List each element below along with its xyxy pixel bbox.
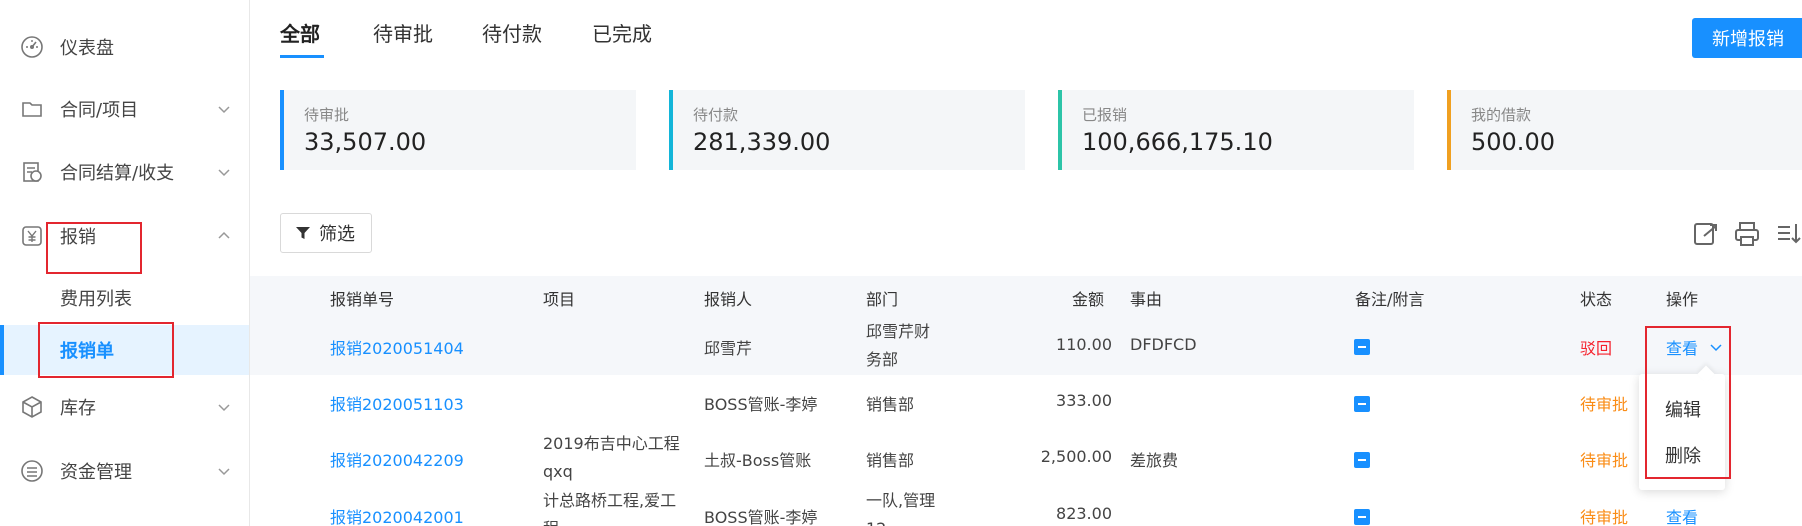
column-header-no: 报销单号 (330, 290, 395, 309)
sidebar-item-label: 库存 (60, 398, 96, 419)
person-cell: BOSS管账-李婷 (704, 508, 818, 526)
reimbursement-no-link[interactable]: 报销2020042209 (330, 447, 464, 471)
note-icon[interactable] (1354, 396, 1370, 412)
new-reimbursement-button[interactable]: 新增报销 (1692, 18, 1802, 58)
yen-icon (20, 224, 44, 248)
filter-label: 筛选 (319, 224, 355, 245)
folder-icon (20, 97, 44, 121)
active-tab-indicator (280, 55, 324, 58)
amount-cell: 110.00 (1056, 335, 1112, 354)
dashboard-icon (20, 35, 44, 59)
status-badge: 待审批 (1580, 451, 1629, 470)
chevron-down-icon (218, 468, 230, 476)
dept-cell: 邱雪芹财务部 (866, 322, 931, 369)
amount-cell: 2,500.00 (1040, 447, 1112, 466)
table-row: 报销2020051103 BOSS管账-李婷 销售部 333.00 待审批 (250, 375, 1802, 431)
sidebar-item-label: 合同/项目 (60, 100, 139, 121)
status-badge: 驳回 (1580, 339, 1613, 358)
status-badge: 待审批 (1580, 395, 1629, 414)
dept-cell: 销售部 (866, 451, 915, 470)
card-title: 待付款 (693, 106, 739, 124)
column-header-status: 状态 (1580, 290, 1613, 309)
card-accent-bar (1447, 90, 1451, 170)
sidebar-item-contract-project[interactable]: 合同/项目 (0, 84, 249, 134)
sidebar-item-fund-management[interactable]: 资金管理 (0, 446, 249, 496)
sidebar-item-label: 资金管理 (60, 462, 132, 483)
sidebar-subitem-expense-list[interactable]: 费用列表 (0, 273, 249, 323)
reimbursement-no-link[interactable]: 报销2020051404 (330, 335, 464, 359)
chevron-up-icon (218, 231, 230, 239)
sidebar-item-label: 仪表盘 (60, 38, 114, 59)
person-cell: 土叔-Boss管账 (704, 451, 812, 470)
card-value: 33,507.00 (304, 128, 427, 156)
tab-completed[interactable]: 已完成 (592, 18, 652, 47)
project-cell: 计总路桥工程,爱工程 (543, 491, 677, 526)
amount-cell: 823.00 (1056, 504, 1112, 523)
column-header-note: 备注/附言 (1355, 290, 1425, 309)
chevron-down-icon (218, 404, 230, 412)
tab-pending-payment[interactable]: 待付款 (482, 18, 542, 47)
card-title: 已报销 (1082, 106, 1128, 124)
fund-icon (20, 459, 44, 483)
summary-card-pending-approval: 待审批 33,507.00 (280, 90, 636, 170)
filter-button[interactable]: 筛选 (280, 213, 372, 253)
table-row: 报销2020042001 计总路桥工程,爱工程 BOSS管账-李婷 一队,管理1… (250, 487, 1802, 526)
summary-card-pending-payment: 待付款 281,339.00 (669, 90, 1025, 170)
view-link[interactable]: 查看 (1666, 504, 1698, 526)
sidebar-item-label: 合同结算/收支 (60, 163, 175, 184)
note-icon[interactable] (1354, 339, 1370, 355)
project-cell: 2019布吉中心工程qxq (543, 434, 680, 481)
card-title: 我的借款 (1471, 106, 1532, 124)
column-header-amount: 金额 (1072, 290, 1105, 309)
card-value: 500.00 (1471, 128, 1555, 156)
annotation-box-reimbursement-form (38, 322, 174, 378)
table-header: 报销单号 项目 报销人 部门 金额 事由 备注/附言 状态 操作 (250, 276, 1802, 319)
dept-cell: 一队,管理12 (866, 491, 936, 526)
column-header-dept: 部门 (866, 290, 899, 309)
annotation-box-reimbursement (46, 222, 142, 274)
reason-cell: 差旅费 (1130, 451, 1179, 470)
card-title: 待审批 (304, 106, 350, 124)
tab-all[interactable]: 全部 (280, 18, 320, 47)
dept-cell: 销售部 (866, 395, 915, 414)
note-icon[interactable] (1354, 452, 1370, 468)
reimbursement-no-link[interactable]: 报销2020042001 (330, 504, 464, 526)
column-header-action: 操作 (1666, 290, 1699, 309)
settlement-icon (20, 160, 44, 184)
card-value: 100,666,175.10 (1082, 128, 1273, 156)
amount-cell: 333.00 (1056, 391, 1112, 410)
person-cell: BOSS管账-李婷 (704, 395, 818, 414)
card-accent-bar (669, 90, 673, 170)
sidebar-item-inventory[interactable]: 库存 (0, 382, 249, 432)
table-row: 报销2020042209 2019布吉中心工程qxq 土叔-Boss管账 销售部… (250, 430, 1802, 488)
reimbursement-no-link[interactable]: 报销2020051103 (330, 391, 464, 415)
reason-cell: DFDFCD (1130, 335, 1197, 354)
export-icon[interactable] (1692, 220, 1720, 248)
status-badge: 待审批 (1580, 508, 1629, 526)
sidebar-subitem-label: 费用列表 (60, 289, 132, 310)
person-cell: 邱雪芹 (704, 339, 753, 358)
column-header-reason: 事由 (1130, 290, 1163, 309)
annotation-box-actions (1645, 326, 1731, 479)
card-value: 281,339.00 (693, 128, 831, 156)
card-accent-bar (1058, 90, 1062, 170)
chevron-down-icon (218, 169, 230, 177)
box-icon (20, 395, 44, 419)
sort-download-icon[interactable] (1774, 220, 1802, 248)
summary-card-reimbursed: 已报销 100,666,175.10 (1058, 90, 1414, 170)
sidebar-item-settlement[interactable]: 合同结算/收支 (0, 147, 249, 197)
filter-icon (296, 227, 310, 239)
print-icon[interactable] (1733, 220, 1761, 248)
column-header-project: 项目 (543, 290, 576, 309)
chevron-down-icon (218, 106, 230, 114)
note-icon[interactable] (1354, 509, 1370, 525)
column-header-person: 报销人 (704, 290, 753, 309)
sidebar-item-dashboard[interactable]: 仪表盘 (0, 22, 249, 72)
summary-card-my-loan: 我的借款 500.00 (1447, 90, 1802, 170)
table-row: 报销2020051404 邱雪芹 邱雪芹财务部 110.00 DFDFCD 驳回… (250, 318, 1802, 376)
card-accent-bar (280, 90, 284, 170)
tab-pending-approval[interactable]: 待审批 (373, 18, 433, 47)
